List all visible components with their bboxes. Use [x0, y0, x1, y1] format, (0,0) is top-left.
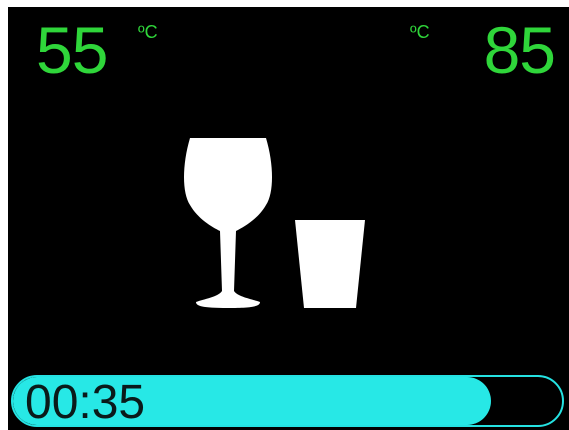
temperature-right: 85 — [483, 13, 556, 87]
temperature-right-unit: ºC — [410, 22, 430, 42]
temperature-left-unit: ºC — [138, 22, 158, 42]
wine-glass-icon — [184, 138, 272, 308]
progress-bar: 00:35 — [11, 375, 564, 427]
timer-readout: 00:35 — [25, 376, 146, 427]
glasses-illustration — [184, 138, 365, 308]
display-screen: 55 ºC ºC 85 00:35 — [8, 7, 569, 430]
temperature-left: 55 — [36, 13, 108, 87]
tumbler-glass-icon — [295, 220, 365, 308]
